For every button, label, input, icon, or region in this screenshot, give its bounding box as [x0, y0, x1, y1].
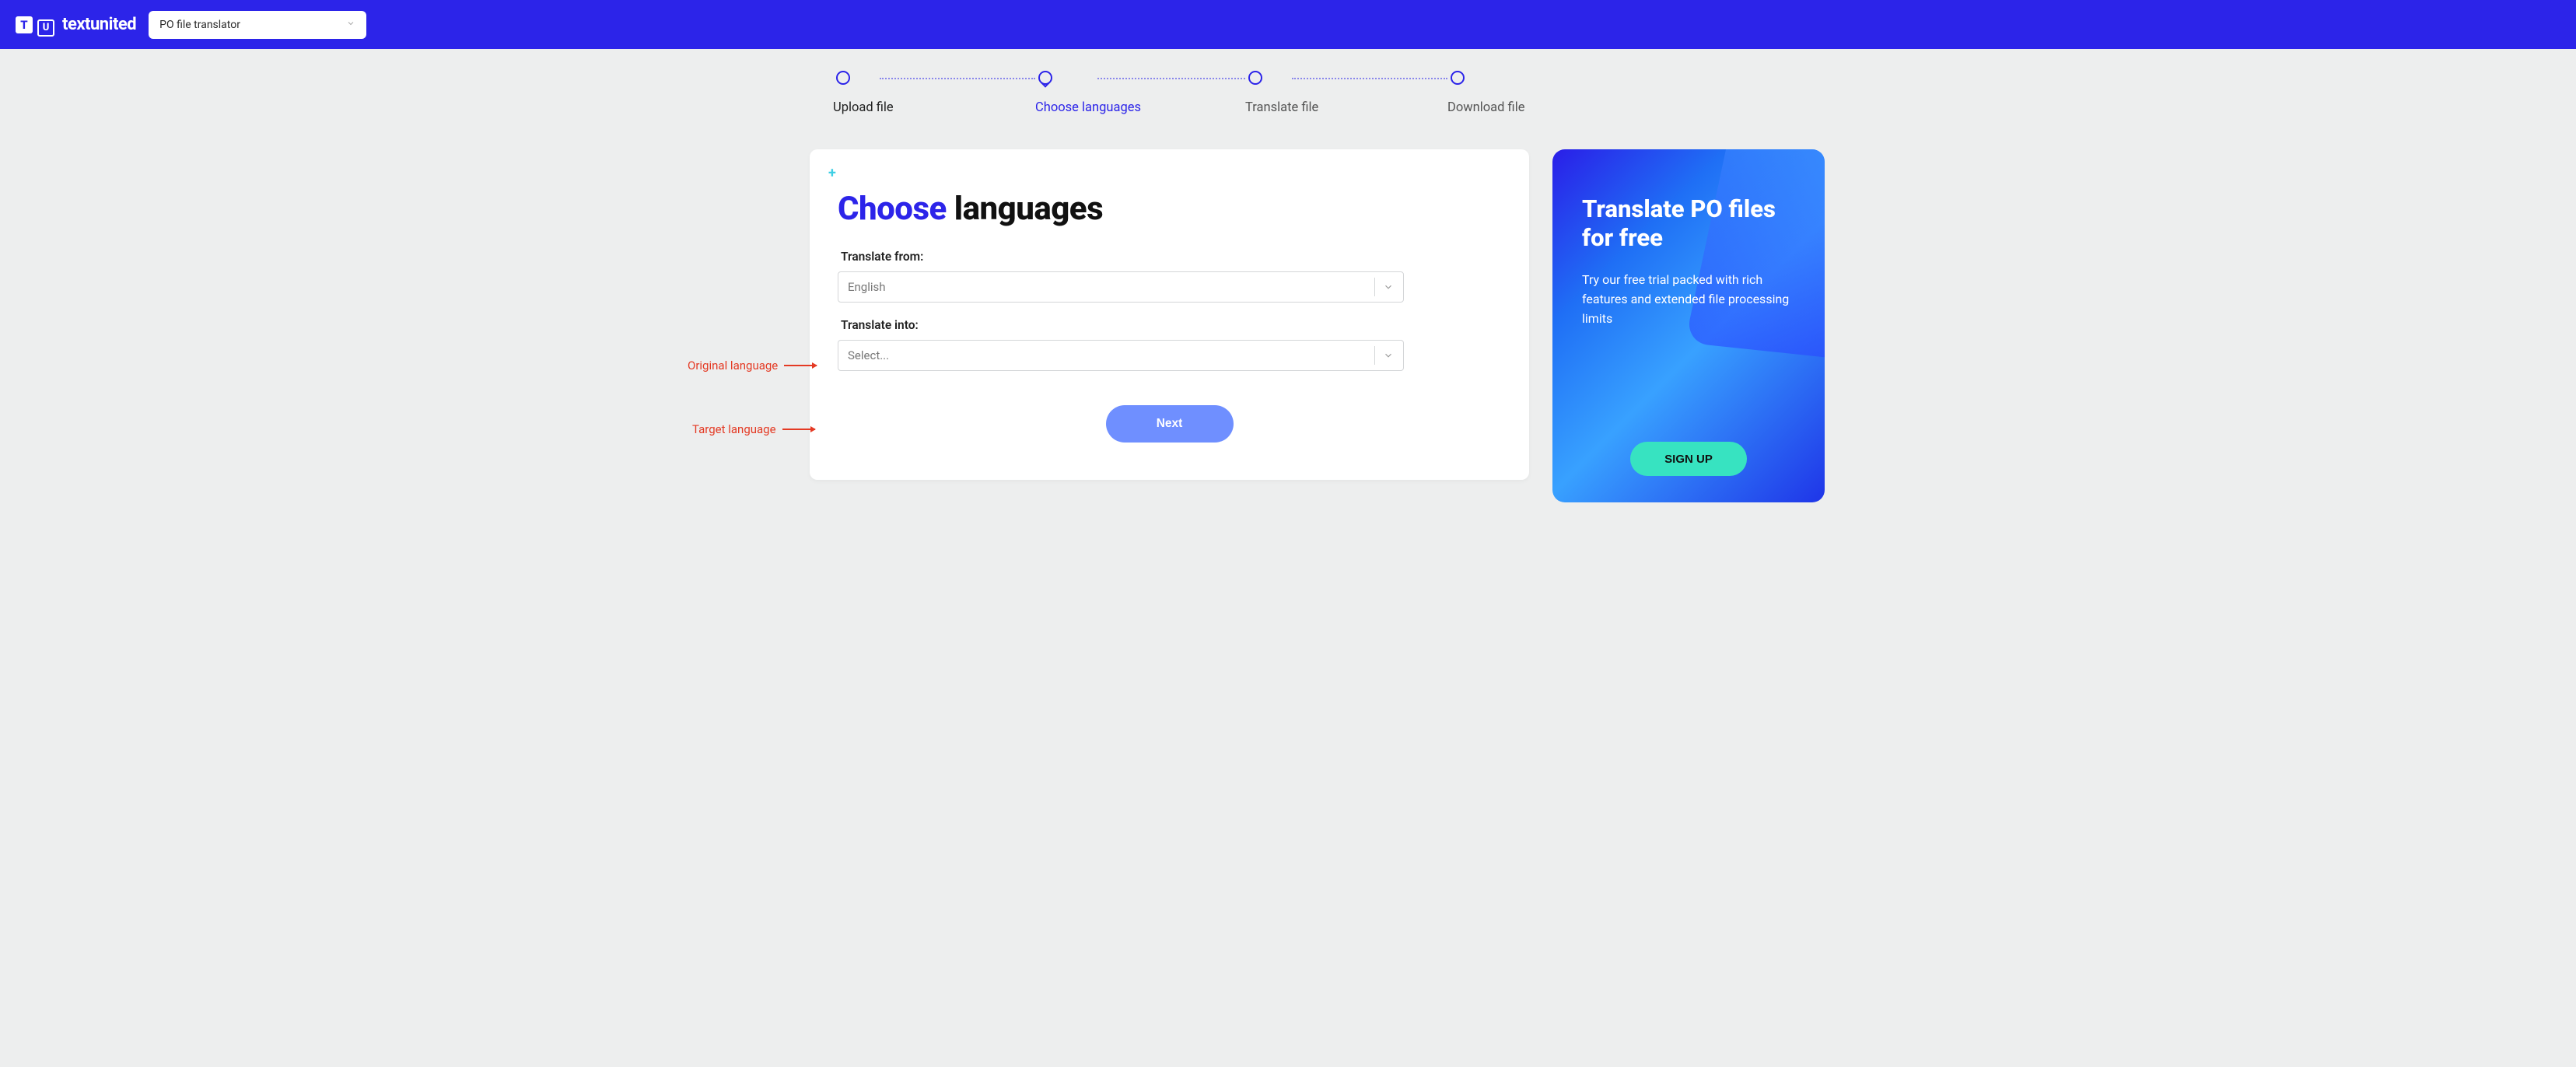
promo-text: Try our free trial packed with rich feat… — [1582, 271, 1795, 328]
arrow-right-icon — [784, 365, 817, 366]
chevron-down-icon — [1374, 346, 1394, 365]
logo-u-icon: U — [37, 19, 54, 37]
promo-panel: Translate PO files for free Try our free… — [1552, 149, 1825, 502]
language-card: + Choose languages Translate from: Engli… — [810, 149, 1529, 480]
next-button[interactable]: Next — [1106, 405, 1234, 443]
translate-into-group: Translate into: Select... — [838, 318, 1501, 371]
annotation-target: Target language — [692, 422, 815, 436]
translate-into-select[interactable]: Select... — [838, 340, 1404, 371]
brand-name: textunited — [62, 15, 136, 34]
app-header: T U textunited PO file translator — [0, 0, 2576, 49]
translate-from-label: Translate from: — [841, 250, 1501, 264]
translate-from-select[interactable]: English — [838, 271, 1404, 303]
translate-into-label: Translate into: — [841, 318, 1501, 332]
promo-shape-icon — [1685, 149, 1825, 361]
step-download: Download file — [1447, 71, 1494, 115]
translate-from-group: Translate from: English — [838, 250, 1501, 303]
tool-selector[interactable]: PO file translator — [149, 11, 366, 39]
annotation-original: Original language — [688, 359, 817, 373]
tool-selector-value: PO file translator — [159, 19, 240, 31]
plus-decor-icon: + — [828, 165, 836, 181]
signup-button[interactable]: SIGN UP — [1630, 442, 1747, 476]
arrow-right-icon — [782, 429, 815, 430]
card-title: Choose languages — [838, 190, 1501, 228]
logo-t-icon: T — [16, 16, 33, 33]
step-upload: Upload file — [833, 71, 880, 115]
step-languages: Choose languages — [1035, 71, 1097, 115]
into-select-placeholder: Select... — [848, 348, 889, 362]
brand-logo: T U textunited — [16, 13, 136, 37]
chevron-down-icon — [346, 19, 355, 31]
step-translate: Translate file — [1245, 71, 1292, 115]
progress-stepper: Upload file Choose languages Translate f… — [833, 71, 1895, 115]
from-select-value: English — [848, 280, 886, 294]
chevron-down-icon — [1374, 278, 1394, 296]
promo-title: Translate PO files for free — [1582, 194, 1795, 252]
